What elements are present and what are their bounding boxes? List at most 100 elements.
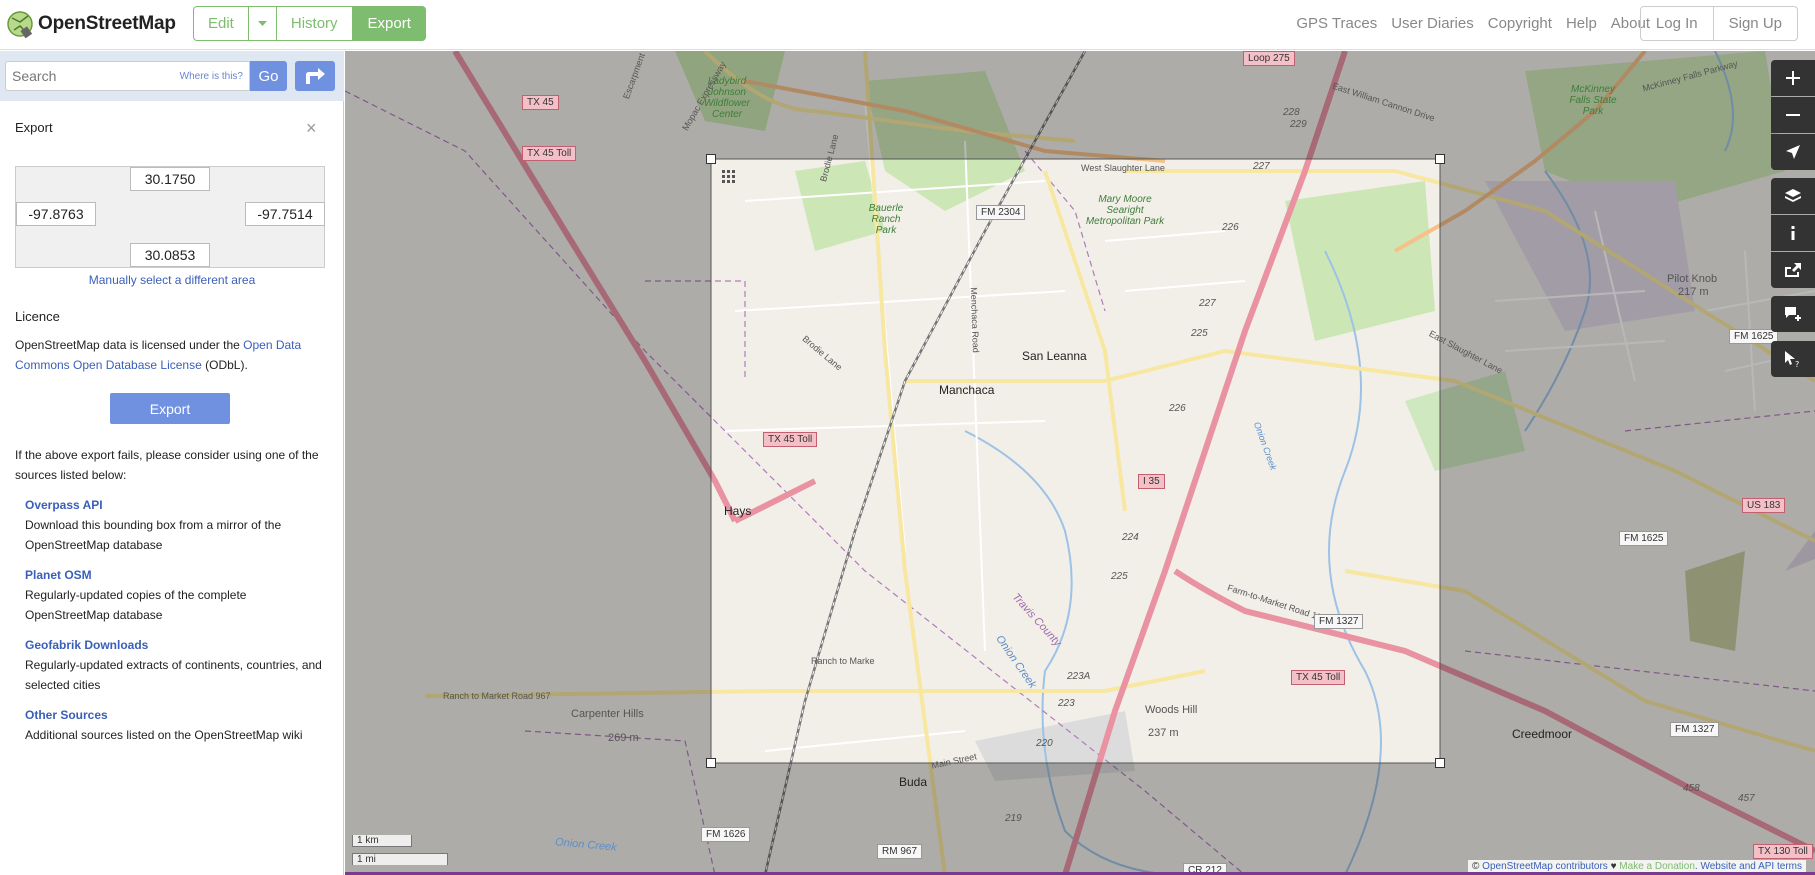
directions-button[interactable]: [295, 61, 335, 91]
layers-button[interactable]: [1771, 178, 1815, 214]
close-icon[interactable]: ×: [306, 118, 317, 139]
exit-number: 227: [1253, 161, 1270, 172]
edit-button-group: Edit History Export: [193, 6, 426, 41]
scale-km: 1 km: [352, 835, 412, 847]
source-geofabrik: Geofabrik Downloads Regularly-updated ex…: [25, 635, 325, 695]
park-label: Bauerle Ranch Park: [868, 203, 904, 236]
road-shield: TX 130 Toll: [1753, 844, 1813, 859]
source-title-link[interactable]: Geofabrik Downloads: [25, 635, 325, 655]
road-shield: RM 967: [877, 844, 923, 859]
zoom-out-button[interactable]: [1771, 97, 1815, 133]
zoom-in-button[interactable]: [1771, 60, 1815, 96]
selection-handle-nw[interactable]: [706, 154, 716, 164]
town-label: Hays: [724, 504, 752, 518]
exit-number: 457: [1738, 793, 1755, 804]
query-features-button[interactable]: ?: [1771, 341, 1815, 377]
licence-text-1: OpenStreetMap data is licensed under the: [15, 338, 244, 352]
export-panel-title: Export: [15, 120, 53, 135]
road-shield: FM 1327: [1670, 722, 1720, 737]
nav-help[interactable]: Help: [1566, 15, 1597, 32]
west-coordinate-input[interactable]: -97.8763: [16, 202, 96, 226]
nav-user-diaries[interactable]: User Diaries: [1391, 15, 1474, 32]
park-label: McKinney Falls State Park: [1569, 84, 1617, 117]
peak-elevation: 237 m: [1148, 727, 1179, 739]
peak-label: Woods Hill: [1145, 704, 1198, 716]
selection-handle-ne[interactable]: [1435, 154, 1445, 164]
bounding-box-inputs: 30.1750 -97.8763 -97.7514 30.0853: [15, 166, 325, 268]
east-coordinate-input[interactable]: -97.7514: [245, 202, 325, 226]
source-title-link[interactable]: Other Sources: [25, 705, 325, 725]
search-input[interactable]: Search Where is this?: [5, 61, 250, 91]
map-key-button[interactable]: [1771, 215, 1815, 251]
road-label: Ranch to Market Road 967: [443, 691, 551, 701]
donate-link[interactable]: Make a Donation: [1619, 861, 1695, 872]
info-icon: [1791, 226, 1795, 240]
share-icon: [1785, 263, 1801, 277]
go-button[interactable]: Go: [250, 61, 287, 91]
licence-heading: Licence: [15, 309, 60, 324]
peak-elevation: 217 m: [1678, 286, 1709, 298]
query-cursor-icon: ?: [1785, 351, 1799, 367]
source-title-link[interactable]: Planet OSM: [25, 565, 325, 585]
auth-buttons: Log In Sign Up: [1639, 6, 1798, 41]
licence-text: OpenStreetMap data is licensed under the…: [15, 335, 330, 375]
road-shield: I 35: [1138, 474, 1165, 489]
add-note-button[interactable]: [1771, 296, 1815, 332]
exit-number: 223: [1058, 698, 1075, 709]
share-button[interactable]: [1771, 252, 1815, 288]
add-note-icon: [1785, 307, 1801, 321]
search-placeholder: Search: [12, 68, 57, 84]
login-button[interactable]: Log In: [1639, 6, 1714, 41]
where-is-this-link[interactable]: Where is this?: [180, 71, 243, 82]
layers-icon: [1785, 189, 1801, 202]
source-description: Download this bounding box from a mirror…: [25, 518, 282, 552]
caret-down-icon: [257, 20, 267, 26]
selection-handle-sw[interactable]: [706, 758, 716, 768]
history-button[interactable]: History: [276, 6, 353, 41]
svg-text:?: ?: [1795, 360, 1799, 367]
road-shield: FM 1626: [701, 827, 751, 842]
town-label: San Leanna: [1022, 349, 1087, 363]
exit-number: 226: [1222, 222, 1239, 233]
south-coordinate-input[interactable]: 30.0853: [130, 243, 210, 267]
exit-number: 224: [1122, 532, 1139, 543]
source-other: Other Sources Additional sources listed …: [25, 705, 325, 745]
source-title-link[interactable]: Overpass API: [25, 495, 325, 515]
nav-gps-traces[interactable]: GPS Traces: [1296, 15, 1377, 32]
exit-number: 225: [1191, 328, 1208, 339]
exit-number: 226: [1169, 403, 1186, 414]
terms-link[interactable]: . Website and API terms: [1695, 861, 1802, 872]
road-label: West Slaughter Lane: [1081, 163, 1165, 173]
edit-dropdown-button[interactable]: [248, 6, 277, 41]
road-shield: TX 45: [522, 95, 559, 110]
logo-text: OpenStreetMap: [38, 13, 176, 34]
nav-copyright[interactable]: Copyright: [1488, 15, 1552, 32]
source-overpass: Overpass API Download this bounding box …: [25, 495, 325, 555]
export-button[interactable]: Export: [110, 393, 230, 424]
locate-button[interactable]: [1771, 134, 1815, 170]
source-description: Regularly-updated extracts of continents…: [25, 658, 322, 692]
logo[interactable]: OpenStreetMap: [6, 8, 176, 40]
manual-select-link[interactable]: Manually select a different area: [0, 273, 344, 287]
source-description: Additional sources listed on the OpenStr…: [25, 728, 303, 742]
export-tab-button[interactable]: Export: [352, 6, 426, 41]
edit-button[interactable]: Edit: [193, 6, 249, 41]
osm-logo-icon: [7, 11, 33, 39]
town-label: Buda: [899, 775, 928, 789]
signup-button[interactable]: Sign Up: [1713, 6, 1798, 41]
park-label: Mary Moore Searight Metropolitan Park: [1085, 194, 1165, 227]
search-bar: Search Where is this? Go: [0, 51, 344, 101]
peak-elevation: 269 m: [608, 732, 639, 744]
exit-number: 220: [1036, 738, 1053, 749]
north-coordinate-input[interactable]: 30.1750: [130, 167, 210, 191]
plus-icon: [1786, 71, 1800, 85]
map-view[interactable]: Manchaca San Leanna Hays Buda Creedmoor …: [345, 51, 1815, 875]
location-arrow-icon: [1786, 145, 1800, 159]
source-description: Regularly-updated copies of the complete…: [25, 588, 247, 622]
map-canvas[interactable]: [345, 51, 1815, 875]
exit-number: 219: [1005, 813, 1022, 824]
scale-mi: 1 mi: [352, 853, 448, 865]
attribution-contributors-link[interactable]: OpenStreetMap contributors: [1482, 861, 1608, 872]
selection-handle-se[interactable]: [1435, 758, 1445, 768]
road-label: Ranch to Marke: [811, 656, 875, 666]
